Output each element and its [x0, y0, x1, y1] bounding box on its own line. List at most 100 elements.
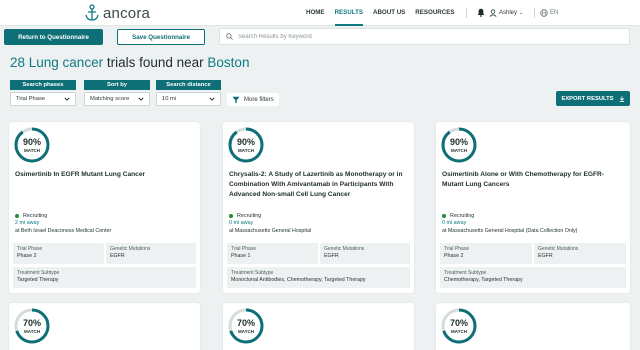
user-divider [534, 8, 535, 18]
search-input[interactable] [238, 33, 618, 40]
more-filters-button[interactable]: More filters [227, 93, 279, 106]
trial-card[interactable]: 90% MATCH Osimertinib Alone or With Chem… [436, 122, 630, 293]
language-selector[interactable]: EN [540, 0, 558, 26]
status-dot [229, 214, 233, 218]
match-label: MATCH [238, 329, 254, 334]
treatment-subtype-key: Treatment Subtype [231, 270, 274, 276]
genetic-mutations-value: EGFR [324, 253, 339, 259]
nav-home[interactable]: HOME [306, 0, 325, 26]
nav-results[interactable]: RESULTS [334, 0, 364, 26]
recruiting-status: Recruiting [15, 213, 47, 219]
match-percent: 70% [236, 318, 255, 328]
trial-phase-key: Trial Phase [231, 246, 257, 252]
more-filters-label: More filters [244, 96, 274, 103]
search-distance-select[interactable]: 10 mi [156, 92, 221, 106]
trial-card[interactable]: 90% MATCH Chrysalis-2: A Study of Lazert… [223, 122, 414, 293]
treatment-subtype-value: Chemotherapy, Targeted Therapy [444, 277, 523, 283]
results-summary: 28 Lung cancer trials found near Boston [10, 55, 249, 70]
match-percent: 90% [449, 137, 468, 147]
trial-phase-select[interactable]: Trial Phase [10, 92, 76, 106]
chevron-down-icon [209, 97, 215, 101]
status-dot [442, 214, 446, 218]
chevron-down-icon: ⌄ [519, 10, 524, 16]
trial-phase-key: Trial Phase [17, 246, 43, 252]
genetic-mutations-key: Genetic Mutations [110, 246, 151, 252]
results-location: Boston [207, 55, 250, 70]
treatment-subtype-key: Treatment Subtype [17, 270, 60, 276]
nav-resources[interactable]: RESOURCES [415, 0, 454, 26]
trial-distance: 0 mi away [442, 220, 467, 226]
match-percent: 90% [22, 137, 41, 147]
match-score: 90% MATCH [13, 126, 51, 164]
genetic-mutations-value: EGFR [538, 253, 553, 259]
treatment-subtype-box: Treatment Subtype Monoclonal Antibodies,… [227, 267, 410, 288]
chevron-down-icon [64, 97, 70, 101]
filter-icon [232, 96, 240, 103]
treatment-subtype-value: Targeted Therapy [17, 277, 59, 283]
trial-phase-box: Trial Phase Phase 2 [13, 243, 104, 264]
match-score: 70% MATCH [440, 307, 478, 345]
trial-card[interactable]: 70% MATCH [436, 303, 630, 350]
globe-icon [540, 9, 548, 17]
language-label: EN [550, 10, 559, 16]
return-to-questionnaire-button[interactable]: Return to Questionnaire [4, 29, 103, 45]
trial-title[interactable]: Osimertinib In EGFR Mutant Lung Cancer [15, 170, 195, 180]
search-distance-value: 10 mi [162, 96, 177, 102]
trial-phase-value: Phase 1 [231, 253, 251, 259]
user-icon [489, 9, 497, 17]
bell-icon[interactable] [477, 8, 485, 17]
match-percent: 70% [449, 318, 468, 328]
nav-divider [466, 8, 467, 18]
trial-phase-box: Trial Phase Phase 1 [227, 243, 318, 264]
user-name: Ashley [499, 10, 518, 16]
logo[interactable]: ancora [84, 3, 150, 23]
genetic-mutations-box: Genetic Mutations EGFR [534, 243, 626, 264]
trial-card[interactable]: 70% MATCH [223, 303, 414, 350]
trial-phase-key: Trial Phase [444, 246, 470, 252]
match-label: MATCH [24, 148, 40, 153]
genetic-mutations-key: Genetic Mutations [538, 246, 579, 252]
sort-by-select[interactable]: Matching score [84, 92, 150, 106]
export-results-button[interactable]: EXPORT RESULTS [556, 91, 630, 106]
genetic-mutations-box: Genetic Mutations EGFR [106, 243, 196, 264]
sort-by-label: Sort by [84, 80, 150, 90]
match-label: MATCH [238, 148, 254, 153]
status-text: Recruiting [450, 213, 475, 219]
treatment-subtype-box: Treatment Subtype Targeted Therapy [13, 267, 196, 288]
match-label: MATCH [451, 329, 467, 334]
treatment-subtype-box: Treatment Subtype Chemotherapy, Targeted… [440, 267, 626, 288]
sort-by-value: Matching score [90, 96, 130, 102]
logo-text: ancora [103, 4, 151, 22]
status-text: Recruiting [237, 213, 262, 219]
user-menu[interactable]: Ashley ⌄ [489, 0, 523, 26]
search-phases-label: Search phases [10, 80, 76, 90]
trial-card[interactable]: 90% MATCH Osimertinib In EGFR Mutant Lun… [9, 122, 200, 293]
match-score: 90% MATCH [227, 126, 265, 164]
match-label: MATCH [451, 148, 467, 153]
recruiting-status: Recruiting [229, 213, 261, 219]
treatment-subtype-value: Monoclonal Antibodies, Chemotherapy, Tar… [231, 277, 366, 283]
trial-site: at Massachusetts General Hospital (Data … [442, 228, 578, 234]
export-results-label: EXPORT RESULTS [561, 95, 614, 102]
trial-title[interactable]: Chrysalis-2: A Study of Lazertinib as Mo… [229, 170, 409, 201]
match-percent: 70% [22, 318, 41, 328]
search-icon [226, 33, 233, 40]
trial-card[interactable]: 70% MATCH [9, 303, 200, 350]
download-icon [619, 95, 624, 102]
results-count: 28 Lung cancer [10, 55, 104, 70]
save-questionnaire-button[interactable]: Save Questionnaire [117, 29, 205, 45]
genetic-mutations-value: EGFR [110, 253, 125, 259]
anchor-logo-icon [85, 4, 99, 21]
trial-title[interactable]: Osimertinib Alone or With Chemotherapy f… [442, 170, 622, 190]
status-text: Recruiting [23, 213, 48, 219]
trial-phase-value: Trial Phase [16, 96, 46, 102]
trial-distance: 0 mi away [229, 220, 254, 226]
recruiting-status: Recruiting [442, 213, 474, 219]
trial-phase-box: Trial Phase Phase 2 [440, 243, 532, 264]
match-score: 90% MATCH [440, 126, 478, 164]
match-score: 70% MATCH [227, 307, 265, 345]
main-nav: HOME RESULTS ABOUT US RESOURCES [306, 0, 465, 26]
trial-site: at Beth Israel Deaconess Medical Center [15, 228, 112, 234]
nav-about-us[interactable]: ABOUT US [373, 0, 405, 26]
match-score: 70% MATCH [13, 307, 51, 345]
